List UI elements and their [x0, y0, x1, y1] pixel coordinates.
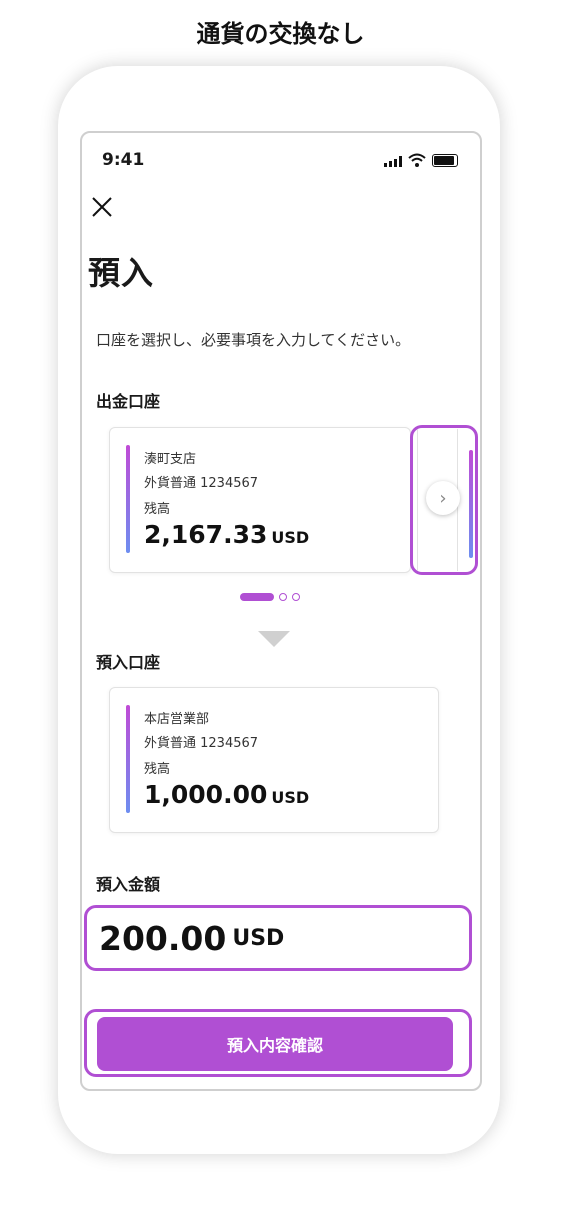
account-number: 外貨普通 1234567 [144, 476, 259, 491]
balance-amount: 1,000.00 USD [144, 780, 309, 809]
confirm-deposit-button[interactable]: 預入内容確認 [97, 1017, 453, 1071]
source-account-card[interactable]: 湊町支店 外貨普通 1234567 残高 2,167.33 USD [109, 427, 411, 573]
carousel-dot-active[interactable] [240, 593, 274, 601]
account-number: 外貨普通 1234567 [144, 736, 259, 751]
phone-screen: 9:41 預入 口座を選択し、必要事項を入力してください。 出金口座 湊町支店 … [80, 131, 482, 1091]
branch-name: 本店営業部 [144, 712, 210, 727]
next-account-button[interactable]: › [426, 481, 460, 515]
chevron-right-icon: › [439, 487, 447, 509]
deposit-amount-label: 預入金額 [96, 875, 161, 894]
status-time: 9:41 [102, 150, 145, 170]
next-card-accent-bar [469, 450, 473, 558]
caption: 通貨の交換なし [196, 20, 365, 48]
balance-value: 2,167.33 [144, 520, 268, 549]
card-accent-bar [126, 445, 130, 553]
signal-icon [384, 156, 402, 167]
deposit-amount-field[interactable]: 200.00 USD [84, 905, 472, 971]
destination-account-card[interactable]: 本店営業部 外貨普通 1234567 残高 1,000.00 USD [109, 687, 439, 833]
deposit-amount-currency: USD [232, 925, 285, 951]
balance-currency: USD [271, 528, 310, 547]
carousel-dot[interactable] [279, 593, 287, 601]
status-icons [384, 153, 458, 167]
source-account-label: 出金口座 [96, 392, 161, 411]
close-icon[interactable] [90, 195, 114, 219]
branch-name: 湊町支店 [144, 452, 197, 467]
next-card-edge-2 [457, 429, 475, 571]
carousel-dot[interactable] [292, 593, 300, 601]
deposit-amount-value: 200.00 [99, 918, 227, 958]
balance-value: 1,000.00 [144, 780, 268, 809]
instruction-text: 口座を選択し、必要事項を入力してください。 [96, 331, 411, 349]
balance-label: 残高 [144, 762, 171, 777]
confirm-button-highlight: 預入内容確認 [84, 1009, 472, 1077]
battery-icon [432, 154, 458, 167]
balance-currency: USD [271, 788, 310, 807]
arrow-down-icon [258, 631, 290, 647]
destination-account-label: 預入口座 [96, 653, 161, 672]
page-title: 預入 [88, 254, 155, 292]
wifi-icon [408, 153, 426, 167]
next-account-peek[interactable]: › [410, 425, 478, 575]
carousel-indicator [240, 593, 300, 601]
card-accent-bar [126, 705, 130, 813]
balance-amount: 2,167.33 USD [144, 520, 309, 549]
balance-label: 残高 [144, 502, 171, 517]
